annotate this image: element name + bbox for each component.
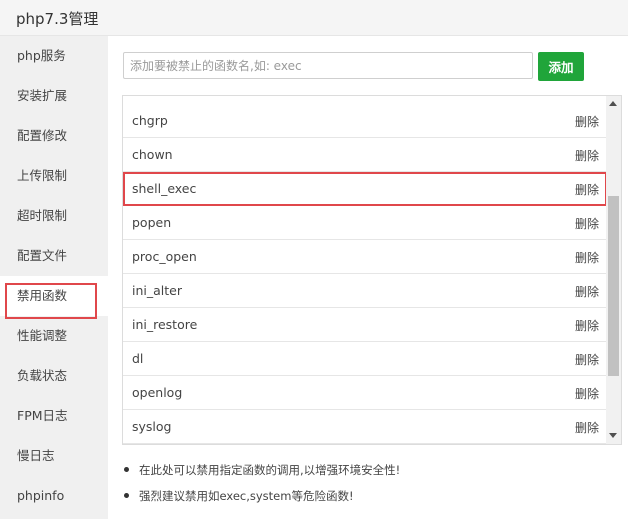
delete-link[interactable]: 删除: [575, 317, 599, 334]
function-name: openlog: [132, 385, 183, 400]
function-name: ini_restore: [132, 317, 198, 332]
function-row: proc_open 删除: [123, 240, 607, 274]
function-name: chgrp: [132, 113, 168, 128]
function-name: dl: [132, 351, 144, 366]
function-row: ini_alter 删除: [123, 274, 607, 308]
function-name-input[interactable]: [123, 52, 533, 79]
add-button[interactable]: 添加: [538, 52, 584, 81]
delete-link[interactable]: 删除: [575, 249, 599, 266]
sidebar-item-config-edit[interactable]: 配置修改: [0, 116, 108, 156]
function-row: openlog 删除: [123, 376, 607, 410]
function-name: shell_exec: [132, 181, 197, 196]
delete-link[interactable]: 删除: [575, 351, 599, 368]
function-name: chown: [132, 147, 173, 162]
scroll-down-arrow-icon[interactable]: [609, 433, 617, 438]
delete-link[interactable]: 删除: [575, 283, 599, 300]
function-row: ini_restore 删除: [123, 308, 607, 342]
tips-list: 在此处可以禁用指定函数的调用,以增强环境安全性! 强烈建议禁用如exec,sys…: [122, 462, 612, 514]
sidebar-item-performance[interactable]: 性能调整: [0, 316, 108, 356]
sidebar-item-upload-limit[interactable]: 上传限制: [0, 156, 108, 196]
tip-text: 强烈建议禁用如exec,system等危险函数!: [139, 489, 354, 503]
function-name: proc_open: [132, 249, 197, 264]
window-titlebar: php7.3管理: [0, 0, 628, 36]
sidebar-item-phpinfo[interactable]: phpinfo: [0, 476, 108, 516]
tip-item: 强烈建议禁用如exec,system等危险函数!: [122, 488, 612, 514]
sidebar-item-slow-log[interactable]: 慢日志: [0, 436, 108, 476]
function-row: chgrp 删除: [123, 104, 607, 138]
scrollbar-thumb[interactable]: [608, 196, 619, 376]
bullet-icon: [124, 467, 129, 472]
function-name: ini_alter: [132, 283, 182, 298]
function-row: syslog 删除: [123, 410, 607, 444]
delete-link[interactable]: 删除: [575, 215, 599, 232]
sidebar-item-config-file[interactable]: 配置文件: [0, 236, 108, 276]
tip-text: 在此处可以禁用指定函数的调用,以增强环境安全性!: [139, 463, 401, 477]
sidebar-item-php-service[interactable]: php服务: [0, 36, 108, 76]
sidebar-item-install-ext[interactable]: 安装扩展: [0, 76, 108, 116]
bullet-icon: [124, 493, 129, 498]
delete-link[interactable]: 删除: [575, 419, 599, 436]
sidebar: php服务 安装扩展 配置修改 上传限制 超时限制 配置文件 禁用函数 性能调整…: [0, 36, 108, 519]
function-row: chown 删除: [123, 138, 607, 172]
delete-link[interactable]: 删除: [575, 147, 599, 164]
tip-item: 在此处可以禁用指定函数的调用,以增强环境安全性!: [122, 462, 612, 488]
function-row: dl 删除: [123, 342, 607, 376]
delete-link[interactable]: 删除: [575, 181, 599, 198]
sidebar-item-load-status[interactable]: 负载状态: [0, 356, 108, 396]
function-name: syslog: [132, 419, 172, 434]
sidebar-item-disabled-functions[interactable]: 禁用函数: [0, 276, 108, 316]
delete-link[interactable]: 删除: [575, 385, 599, 402]
function-name: popen: [132, 215, 172, 230]
scroll-up-arrow-icon[interactable]: [609, 101, 617, 106]
disabled-functions-list: chgrp 删除 chown 删除 shell_exec 删除 popen 删除…: [122, 95, 622, 445]
function-row-highlighted: shell_exec 删除: [123, 172, 607, 206]
list-scrollbar[interactable]: [606, 96, 621, 444]
sidebar-item-fpm-log[interactable]: FPM日志: [0, 396, 108, 436]
sidebar-item-timeout-limit[interactable]: 超时限制: [0, 196, 108, 236]
function-row: popen 删除: [123, 206, 607, 240]
window-title: php7.3管理: [16, 10, 99, 28]
delete-link[interactable]: 删除: [575, 113, 599, 130]
